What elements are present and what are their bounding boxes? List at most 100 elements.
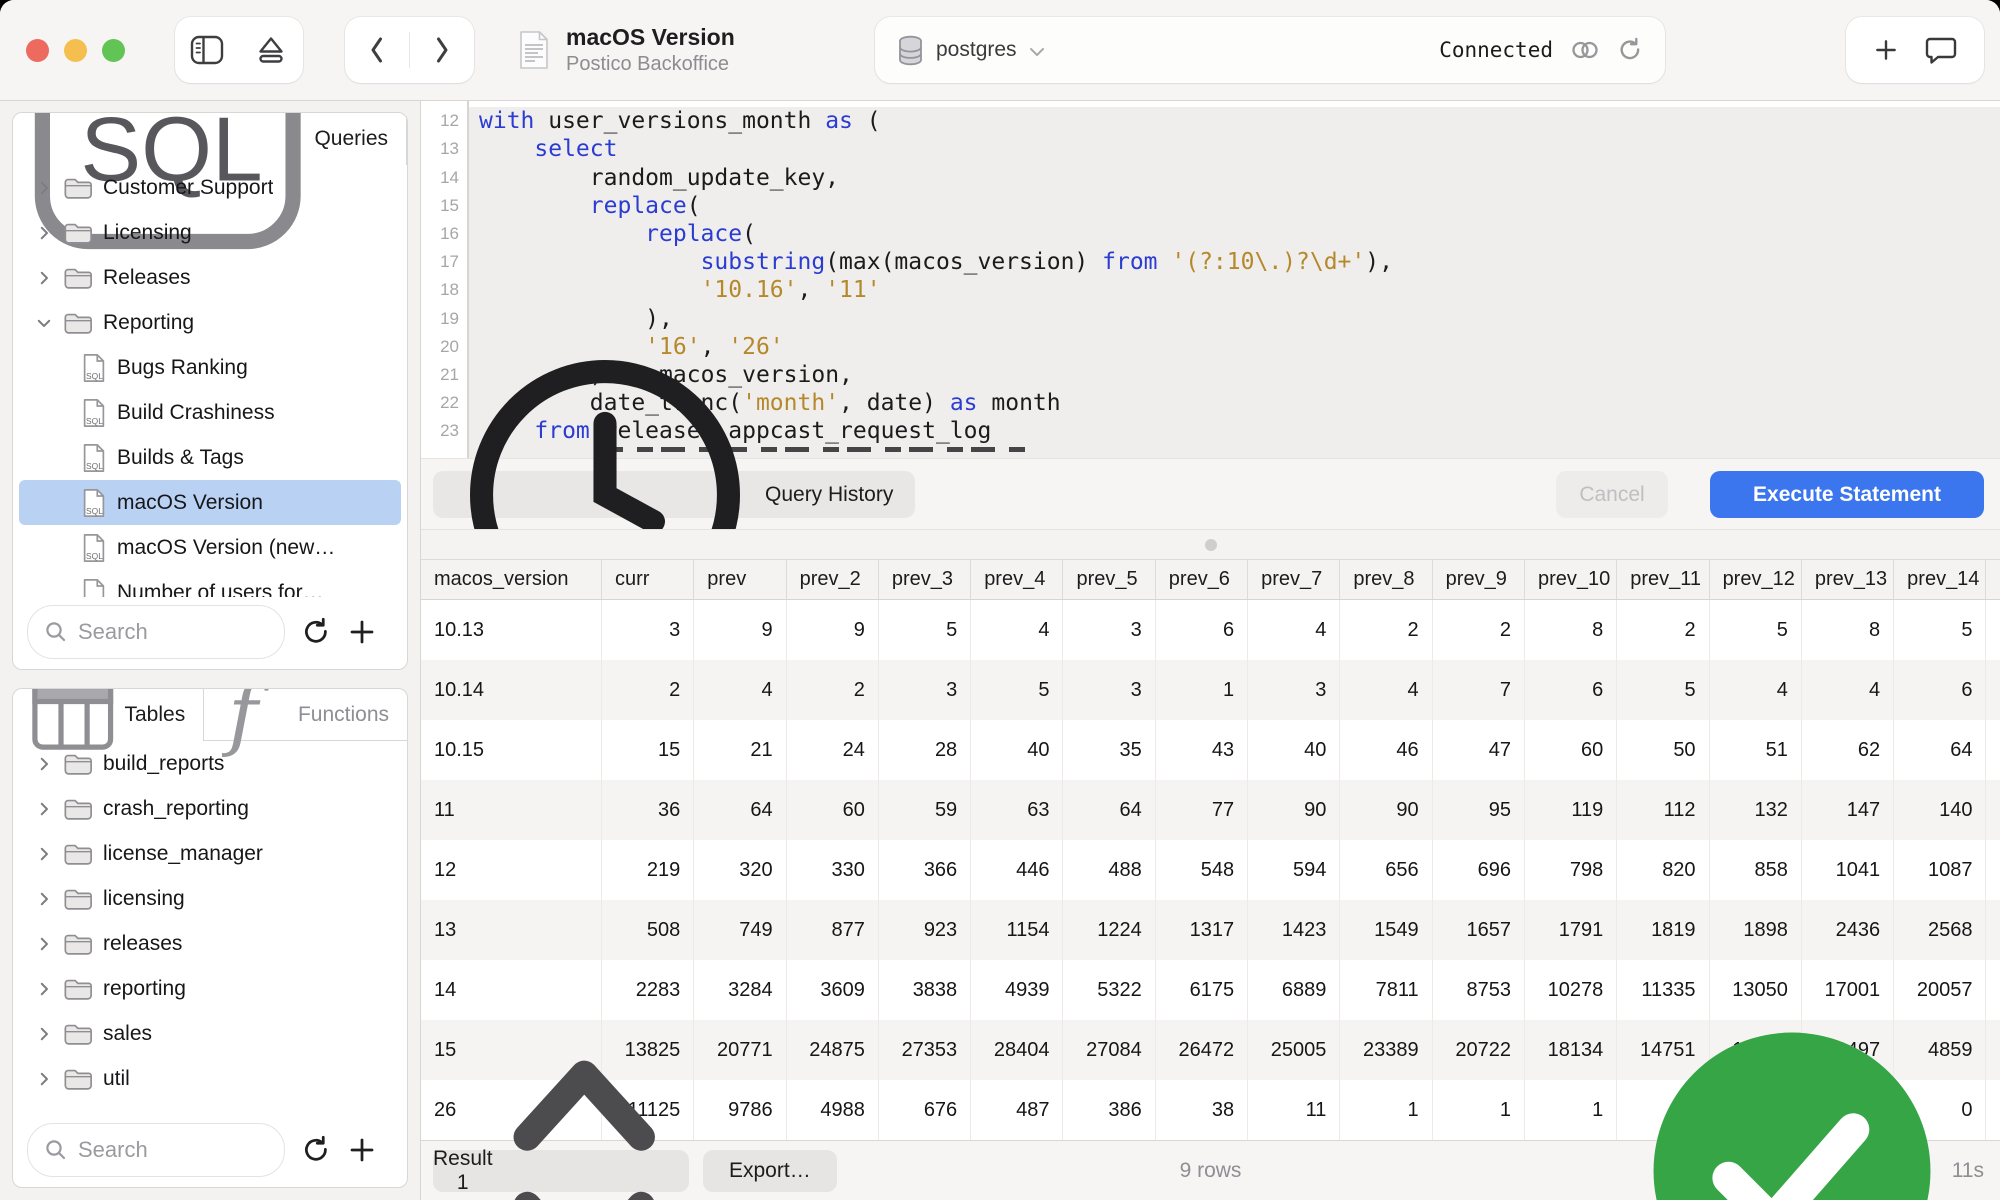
tables-search-input[interactable]: Search xyxy=(27,1123,285,1177)
chevron-right-icon[interactable] xyxy=(35,890,53,908)
chevron-right-icon[interactable] xyxy=(35,755,53,773)
close-window-button[interactable] xyxy=(26,39,49,62)
refresh-queries-button[interactable] xyxy=(301,617,331,647)
chevron-right-icon[interactable] xyxy=(35,1025,53,1043)
column-header-macos-version[interactable]: macos_version xyxy=(421,560,602,599)
sidebar-item-bugs-ranking[interactable]: SQLBugs Ranking xyxy=(19,345,401,390)
sidebar-item-license-manager[interactable]: license_manager xyxy=(19,831,401,876)
sidebar-item-label: util xyxy=(103,1067,130,1091)
sidebar-item-reporting[interactable]: reporting xyxy=(19,966,401,1011)
disconnect-button[interactable] xyxy=(239,17,303,83)
code-text[interactable]: select xyxy=(469,135,2000,163)
column-header-prev[interactable]: prev xyxy=(694,560,786,599)
table-cell: 320 xyxy=(694,840,786,900)
column-header-prev-5[interactable]: prev_5 xyxy=(1063,560,1155,599)
chevron-right-icon[interactable] xyxy=(35,935,53,953)
column-header-prev-4[interactable]: prev_4 xyxy=(971,560,1063,599)
sidebar-item-releases[interactable]: Releases xyxy=(19,255,401,300)
table-cell: 5 xyxy=(1894,600,1986,660)
sidebar-item-reporting[interactable]: Reporting xyxy=(19,300,401,345)
sidebar-item-build-crashiness[interactable]: SQLBuild Crashiness xyxy=(19,390,401,435)
add-table-button[interactable] xyxy=(347,1135,377,1165)
code-text[interactable]: replace( xyxy=(469,192,2000,220)
code-text[interactable]: random_update_key, xyxy=(469,164,2000,192)
refresh-tables-button[interactable] xyxy=(301,1135,331,1165)
export-button[interactable]: Export… xyxy=(703,1150,837,1192)
execute-statement-button[interactable]: Execute Statement xyxy=(1710,471,1984,518)
table-row[interactable]: 1422833284360938384939532261756889781187… xyxy=(421,960,2000,1020)
toggle-sidebar-button[interactable] xyxy=(175,17,239,83)
column-header-prev-6[interactable]: prev_6 xyxy=(1156,560,1248,599)
result-selector[interactable]: Result 1 xyxy=(433,1150,689,1192)
chevron-right-icon[interactable] xyxy=(35,269,53,287)
sidebar-item-licensing[interactable]: licensing xyxy=(19,876,401,921)
code-text[interactable]: '10.16', '11' xyxy=(469,276,2000,304)
column-header-prev-3[interactable]: prev_3 xyxy=(879,560,971,599)
table-cell: 47 xyxy=(1433,720,1525,780)
table-row[interactable]: 10.15152124284035434046476050516264 xyxy=(421,720,2000,780)
line-number: 14 xyxy=(421,168,467,188)
database-selector[interactable]: postgres Connected xyxy=(875,17,1665,83)
feedback-button[interactable] xyxy=(1925,35,1957,65)
tab-functions[interactable]: ƒ Functions xyxy=(204,689,407,741)
chevron-right-icon[interactable] xyxy=(35,845,53,863)
column-header-prev-15[interactable]: prev_15 xyxy=(1986,560,2000,599)
add-query-button[interactable] xyxy=(347,617,377,647)
sidebar-item-label: build_reports xyxy=(103,752,224,776)
column-header-prev-10[interactable]: prev_10 xyxy=(1525,560,1617,599)
new-item-button[interactable] xyxy=(1873,37,1899,63)
column-header-prev-13[interactable]: prev_13 xyxy=(1802,560,1894,599)
table-cell: 3 xyxy=(602,600,694,660)
pane-splitter[interactable] xyxy=(421,529,2000,560)
column-header-prev-11[interactable]: prev_11 xyxy=(1617,560,1709,599)
code-text[interactable]: substring(max(macos_version) from '(?:10… xyxy=(469,248,2000,276)
reload-icon[interactable] xyxy=(1617,37,1643,63)
chevron-right-icon[interactable] xyxy=(35,1070,53,1088)
table-row[interactable]: 10.14242353134765446 xyxy=(421,660,2000,720)
table-cell: 386 xyxy=(1063,1080,1155,1140)
column-header-prev-14[interactable]: prev_14 xyxy=(1894,560,1986,599)
sidebar-item-util[interactable]: util xyxy=(19,1056,401,1101)
code-text[interactable]: with user_versions_month as ( xyxy=(469,107,2000,135)
sidebar-item-releases[interactable]: releases xyxy=(19,921,401,966)
query-history-button[interactable]: Query History xyxy=(433,471,915,518)
minimize-window-button[interactable] xyxy=(64,39,87,62)
maximize-window-button[interactable] xyxy=(102,39,125,62)
table-cell: 4 xyxy=(1340,660,1432,720)
back-button[interactable] xyxy=(345,17,409,83)
table-cell: 5322 xyxy=(1063,960,1155,1020)
sidebar-item-crash-reporting[interactable]: crash_reporting xyxy=(19,786,401,831)
table-row[interactable]: 1136646059636477909095119112132147140 xyxy=(421,780,2000,840)
code-text[interactable]: ), xyxy=(469,305,2000,333)
sidebar-item-macos-version[interactable]: SQLmacOS Version xyxy=(19,480,401,525)
column-header-prev-9[interactable]: prev_9 xyxy=(1433,560,1525,599)
column-header-prev-8[interactable]: prev_8 xyxy=(1340,560,1432,599)
folder-icon xyxy=(63,310,93,336)
cancel-button[interactable]: Cancel xyxy=(1556,471,1668,518)
tab-tables[interactable]: Tables xyxy=(13,689,204,741)
table-row[interactable]: 1221932033036644648854859465669679882085… xyxy=(421,840,2000,900)
chevron-right-icon[interactable] xyxy=(35,800,53,818)
sidebar-item-macos-version-new[interactable]: SQLmacOS Version (new… xyxy=(19,525,401,570)
chevron-right-icon[interactable] xyxy=(35,179,53,197)
chevron-right-icon[interactable] xyxy=(35,980,53,998)
forward-button[interactable] xyxy=(410,17,474,83)
sidebar-item-sales[interactable]: sales xyxy=(19,1011,401,1056)
column-header-prev-2[interactable]: prev_2 xyxy=(787,560,879,599)
table-row[interactable]: 10.13399543642282585 xyxy=(421,600,2000,660)
code-text[interactable]: replace( xyxy=(469,220,2000,248)
chevron-down-icon[interactable] xyxy=(35,314,53,332)
sidebar-item-number-of-users-for[interactable]: SQLNumber of users for… xyxy=(19,570,401,597)
sidebar-item-builds-tags[interactable]: SQLBuilds & Tags xyxy=(19,435,401,480)
folder-icon xyxy=(63,1021,93,1047)
table-cell: 4 xyxy=(971,600,1063,660)
chevron-right-icon[interactable] xyxy=(35,224,53,242)
queries-search-input[interactable]: Search xyxy=(27,605,285,659)
table-row[interactable]: 1350874987792311541224131714231549165717… xyxy=(421,900,2000,960)
table-cell: 2 xyxy=(602,660,694,720)
column-header-prev-7[interactable]: prev_7 xyxy=(1248,560,1340,599)
column-header-prev-12[interactable]: prev_12 xyxy=(1710,560,1802,599)
splitter-handle-icon[interactable] xyxy=(1205,539,1217,551)
tab-queries[interactable]: SQL Queries xyxy=(13,113,407,165)
column-header-curr[interactable]: curr xyxy=(602,560,694,599)
